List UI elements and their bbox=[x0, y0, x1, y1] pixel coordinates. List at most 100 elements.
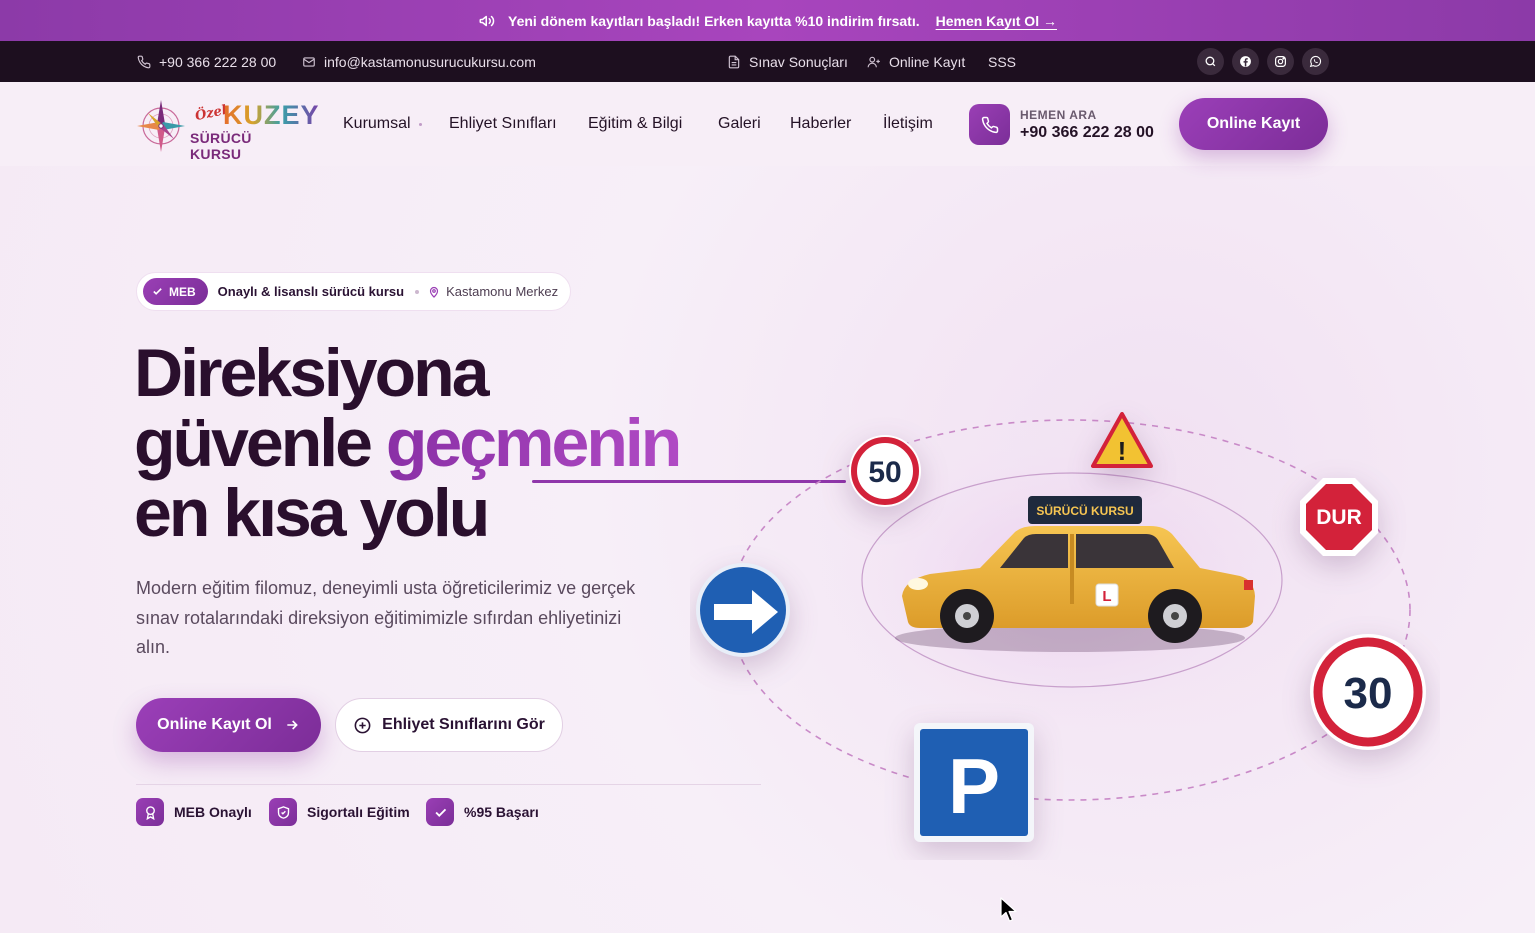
license-classes-button[interactable]: Ehliyet Sınıflarını Gör bbox=[335, 698, 563, 752]
hero-title-line2: güvenle geçmenin bbox=[134, 405, 682, 481]
logo-subtitle: SÜRÜCÜ KURSU bbox=[190, 130, 252, 162]
phone-icon bbox=[981, 116, 998, 133]
call-box[interactable]: HEMEN ARA +90 366 222 28 00 bbox=[969, 104, 1154, 145]
arrow-right-icon bbox=[287, 720, 298, 730]
dropdown-indicator-icon bbox=[418, 122, 422, 126]
speed-limit-30-text: 30 bbox=[1344, 669, 1393, 718]
topbar-phone-text: +90 366 222 28 00 bbox=[159, 53, 277, 70]
location-pin-icon bbox=[429, 286, 439, 298]
hero-title: Direksiyona güvenle geçmenin en kısa yol… bbox=[134, 335, 682, 551]
topbar-link-online-register[interactable]: Online Kayıt bbox=[867, 41, 965, 82]
call-icon-box bbox=[969, 104, 1010, 145]
announcement-bar: Yeni dönem kayıtları başladı! Erken kayı… bbox=[0, 0, 1535, 41]
mail-icon bbox=[303, 56, 315, 67]
parking-sign: P bbox=[914, 723, 1034, 842]
car-door-line bbox=[1070, 534, 1074, 604]
compass-logo-icon bbox=[137, 100, 185, 152]
feature-label: Sigortalı Eğitim bbox=[307, 804, 410, 820]
shield-icon bbox=[269, 798, 297, 826]
meb-badge-label: MEB bbox=[169, 284, 196, 299]
topbar-link-label: SSS bbox=[988, 53, 1017, 70]
mouse-cursor-icon bbox=[1000, 897, 1017, 922]
top-info-bar: +90 366 222 28 00 info@kastamonusurucuku… bbox=[0, 41, 1535, 82]
hero-title-line3: en kısa yolu bbox=[134, 475, 490, 551]
learner-plate-text: L bbox=[1102, 588, 1111, 605]
online-register-label: Online Kayıt Ol bbox=[157, 716, 272, 733]
search-button[interactable] bbox=[1197, 48, 1224, 75]
rear-wheel bbox=[1148, 589, 1202, 643]
feature-label: MEB Onaylı bbox=[174, 804, 252, 820]
facebook-link[interactable] bbox=[1232, 48, 1259, 75]
speed-limit-30-sign: 30 bbox=[1310, 634, 1426, 750]
warning-sign-text: ! bbox=[1118, 436, 1127, 466]
header-online-register-button[interactable]: Online Kayıt bbox=[1179, 98, 1328, 150]
megaphone-icon bbox=[479, 15, 495, 26]
nav-item-kurumsal[interactable]: Kurumsal bbox=[343, 115, 422, 133]
hero-badge-pill: MEB Onaylı & lisanslı sürücü kursu Kasta… bbox=[136, 272, 571, 311]
location: Kastamonu Merkez bbox=[428, 284, 558, 299]
location-text: Kastamonu Merkez bbox=[446, 284, 559, 299]
call-number: +90 366 222 28 00 bbox=[1020, 123, 1154, 141]
announcement-text: Yeni dönem kayıtları başladı! Erken kayı… bbox=[508, 12, 920, 29]
check-icon bbox=[153, 288, 162, 295]
parking-sign-text: P bbox=[948, 742, 1000, 830]
nav-label: Haberler bbox=[790, 115, 852, 132]
nav-label: Kurumsal bbox=[343, 115, 411, 132]
search-icon bbox=[1205, 56, 1216, 67]
topbar-link-exam-results[interactable]: Sınav Sonuçları bbox=[727, 41, 848, 82]
nav-item-iletisim[interactable]: İletişim bbox=[883, 115, 933, 133]
hero-title-line1: Direksiyona bbox=[134, 335, 490, 411]
hero-title-line2a: güvenle bbox=[134, 405, 386, 481]
nav-item-ehliyet-siniflari[interactable]: Ehliyet Sınıfları bbox=[449, 115, 557, 133]
facebook-icon bbox=[1240, 56, 1251, 67]
nav-label: Eğitim & Bilgi bbox=[588, 115, 683, 132]
nav-item-egitim-bilgi[interactable]: Eğitim & Bilgi bbox=[588, 115, 682, 133]
separator-dot bbox=[415, 289, 420, 294]
topbar-link-label: Sınav Sonuçları bbox=[749, 53, 848, 70]
online-register-button[interactable]: Online Kayıt Ol bbox=[136, 698, 321, 752]
nav-label: İletişim bbox=[883, 115, 933, 132]
plus-circle-icon bbox=[354, 717, 371, 733]
phone-icon bbox=[137, 55, 151, 68]
front-wheel bbox=[940, 589, 994, 643]
feature-label: %95 Başarı bbox=[464, 804, 539, 820]
nav-item-galeri[interactable]: Galeri bbox=[718, 115, 761, 133]
feature-success: %95 Başarı bbox=[426, 798, 539, 826]
nav-item-haberler[interactable]: Haberler bbox=[790, 115, 851, 133]
user-plus-icon bbox=[867, 56, 880, 67]
whatsapp-icon bbox=[1309, 55, 1322, 68]
hero-title-accent: geçmenin bbox=[385, 405, 682, 481]
stop-sign-text: DUR bbox=[1316, 506, 1362, 529]
award-icon bbox=[136, 798, 164, 826]
social-links bbox=[1197, 48, 1329, 75]
document-icon bbox=[728, 55, 740, 68]
site-header: Özel KUZEY SÜRÜCÜ KURSU Kurumsal Ehliyet… bbox=[0, 82, 1535, 166]
car-headlight bbox=[908, 578, 928, 590]
feature-insured: Sigortalı Eğitim bbox=[269, 798, 410, 826]
topbar-link-faq[interactable]: SSS bbox=[988, 41, 1016, 82]
hero-divider bbox=[136, 784, 761, 785]
instagram-link[interactable] bbox=[1267, 48, 1294, 75]
direction-arrow-sign bbox=[696, 563, 790, 657]
topbar-email-text: info@kastamonusurucukursu.com bbox=[324, 53, 536, 70]
check-icon bbox=[426, 798, 454, 826]
logo-brand-text: KUZEY bbox=[223, 100, 320, 130]
car-roof-sign-text: SÜRÜCÜ KURSU bbox=[1036, 503, 1133, 518]
announcement-link[interactable]: Hemen Kayıt Ol → bbox=[936, 13, 1057, 29]
badge-text: Onaylı & lisanslı sürücü kursu bbox=[217, 284, 405, 299]
car-taillight bbox=[1244, 580, 1253, 590]
meb-badge: MEB bbox=[143, 278, 208, 305]
site-logo[interactable]: Özel KUZEY SÜRÜCÜ KURSU bbox=[137, 96, 319, 162]
stop-sign: DUR bbox=[1300, 478, 1378, 556]
nav-label: Galeri bbox=[718, 115, 761, 132]
topbar-link-label: Online Kayıt bbox=[889, 53, 966, 70]
whatsapp-link[interactable] bbox=[1302, 48, 1329, 75]
nav-label: Ehliyet Sınıfları bbox=[449, 115, 557, 132]
license-classes-label: Ehliyet Sınıflarını Gör bbox=[382, 716, 545, 733]
speed-limit-50-sign: 50 bbox=[849, 435, 921, 507]
speed-limit-50-text: 50 bbox=[868, 456, 901, 489]
topbar-phone[interactable]: +90 366 222 28 00 bbox=[137, 41, 276, 82]
hero-lead: Modern eğitim filomuz, deneyimli usta öğ… bbox=[136, 578, 636, 657]
topbar-email[interactable]: info@kastamonusurucukursu.com bbox=[302, 41, 536, 82]
call-text: HEMEN ARA +90 366 222 28 00 bbox=[1020, 108, 1154, 142]
